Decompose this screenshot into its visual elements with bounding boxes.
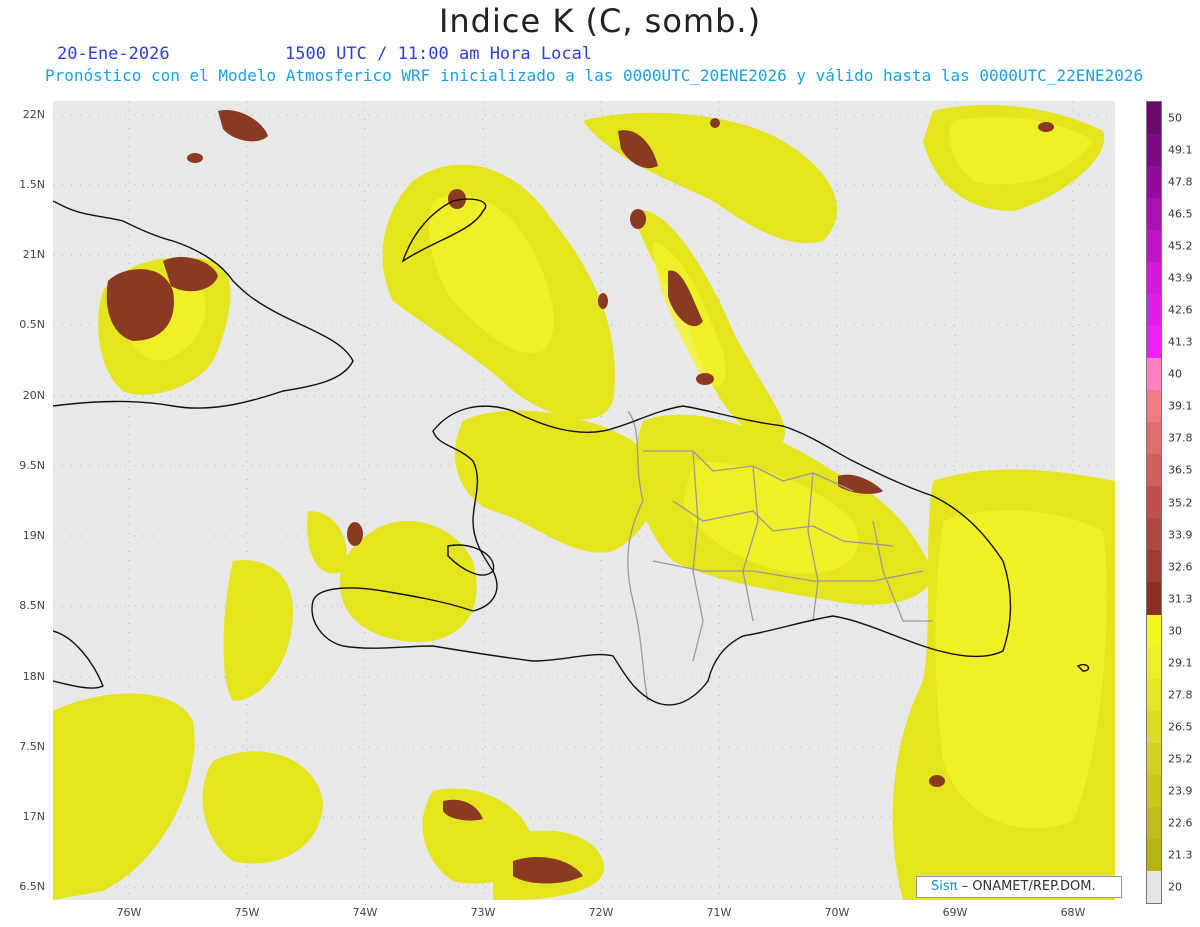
- colorbar-segment: [1147, 614, 1161, 647]
- lon-label: 68W: [1060, 906, 1086, 919]
- colorbar-segment: [1147, 710, 1161, 743]
- brand-text: Sis: [931, 879, 950, 894]
- colorbar-tick-label: 25.2: [1168, 752, 1193, 766]
- lat-label: 9.5N: [19, 459, 45, 472]
- colorbar-segment: [1147, 166, 1161, 199]
- forecast-subtitle: Pronóstico con el Modelo Atmosferico WRF…: [45, 66, 1144, 85]
- colorbar-segment: [1147, 102, 1161, 135]
- colorbar-segment: [1147, 678, 1161, 711]
- lon-label: 69W: [942, 906, 968, 919]
- colorbar-segment: [1147, 774, 1161, 807]
- lon-label: 71W: [706, 906, 732, 919]
- colorbar-tick-label: 30: [1168, 624, 1182, 638]
- lat-label: 20N: [22, 389, 45, 402]
- colorbar-tick-label: 46.5: [1168, 207, 1193, 221]
- colorbar-tick-label: 40: [1168, 367, 1182, 381]
- colorbar-segment: [1147, 134, 1161, 167]
- lat-label: 0.5N: [19, 318, 45, 331]
- colorbar-tick-label: 20: [1168, 880, 1182, 894]
- credit-text: – ONAMET/REP.DOM.: [961, 879, 1096, 894]
- lon-label: 70W: [824, 906, 850, 919]
- colorbar-tick-label: 21.3: [1168, 848, 1193, 862]
- lat-label: 17N: [22, 810, 45, 823]
- colorbar-segment: [1147, 262, 1161, 295]
- colorbar-segment: [1147, 838, 1161, 871]
- forecast-date: 20-Ene-2026: [57, 44, 170, 64]
- colorbar-segment: [1147, 582, 1161, 615]
- colorbar-tick-label: 29.1: [1168, 656, 1193, 670]
- lat-label: 7.5N: [19, 740, 45, 753]
- credit-box: Sisπ – ONAMET/REP.DOM.: [916, 876, 1122, 898]
- colorbar-tick-label: 36.5: [1168, 463, 1193, 477]
- colorbar-segment: [1147, 518, 1161, 551]
- colorbar-segment: [1147, 454, 1161, 487]
- colorbar-tick-label: 39.1: [1168, 399, 1193, 413]
- lon-label: 76W: [116, 906, 142, 919]
- colorbar-tick-label: 27.8: [1168, 688, 1193, 702]
- colorbar-segment: [1147, 230, 1161, 263]
- colorbar: [1146, 101, 1162, 904]
- colorbar-segment: [1147, 358, 1161, 391]
- colorbar-tick-label: 37.8: [1168, 431, 1193, 445]
- colorbar-tick-label: 42.6: [1168, 303, 1193, 317]
- lat-label: 19N: [22, 529, 45, 542]
- colorbar-tick-label: 49.1: [1168, 143, 1193, 157]
- lat-label: 21N: [22, 248, 45, 261]
- colorbar-tick-label: 23.9: [1168, 784, 1193, 798]
- lon-label: 72W: [588, 906, 614, 919]
- colorbar-tick-label: 26.5: [1168, 720, 1193, 734]
- colorbar-tick-label: 22.6: [1168, 816, 1193, 830]
- forecast-time: 1500 UTC / 11:00 am Hora Local: [285, 44, 593, 64]
- colorbar-segment: [1147, 742, 1161, 775]
- lon-label: 74W: [352, 906, 378, 919]
- colorbar-segment: [1147, 486, 1161, 519]
- lat-label: 1.5N: [19, 178, 45, 191]
- map-title: Indice K (C, somb.): [438, 2, 762, 40]
- colorbar-segment: [1147, 390, 1161, 423]
- colorbar-segment: [1147, 198, 1161, 231]
- colorbar-tick-label: 32.6: [1168, 560, 1193, 574]
- lat-label: 6.5N: [19, 880, 45, 893]
- colorbar-tick-label: 50: [1168, 111, 1182, 125]
- colorbar-segment: [1147, 806, 1161, 839]
- colorbar-tick-label: 47.8: [1168, 175, 1193, 189]
- lat-label: 18N: [22, 670, 45, 683]
- colorbar-segment: [1147, 550, 1161, 583]
- colorbar-tick-label: 43.9: [1168, 271, 1193, 285]
- colorbar-tick-label: 35.2: [1168, 496, 1193, 509]
- colorbar-segment: [1147, 422, 1161, 455]
- colorbar-tick-label: 33.9: [1168, 528, 1193, 542]
- lon-label: 73W: [470, 906, 496, 919]
- map-panel: [53, 101, 1115, 900]
- colorbar-segment: [1147, 326, 1161, 359]
- colorbar-tick-label: 31.3: [1168, 592, 1193, 606]
- pi-icon: π: [949, 879, 958, 894]
- colorbar-segment: [1147, 294, 1161, 327]
- colorbar-tick-label: 41.3: [1168, 335, 1193, 349]
- map-canvas: [53, 101, 1115, 900]
- colorbar-tick-label: 45.2: [1168, 239, 1193, 253]
- lat-label: 22N: [22, 108, 45, 121]
- colorbar-segment: [1147, 646, 1161, 679]
- colorbar-segment: [1147, 870, 1161, 903]
- lat-label: 8.5N: [19, 599, 45, 612]
- lon-label: 75W: [234, 906, 260, 919]
